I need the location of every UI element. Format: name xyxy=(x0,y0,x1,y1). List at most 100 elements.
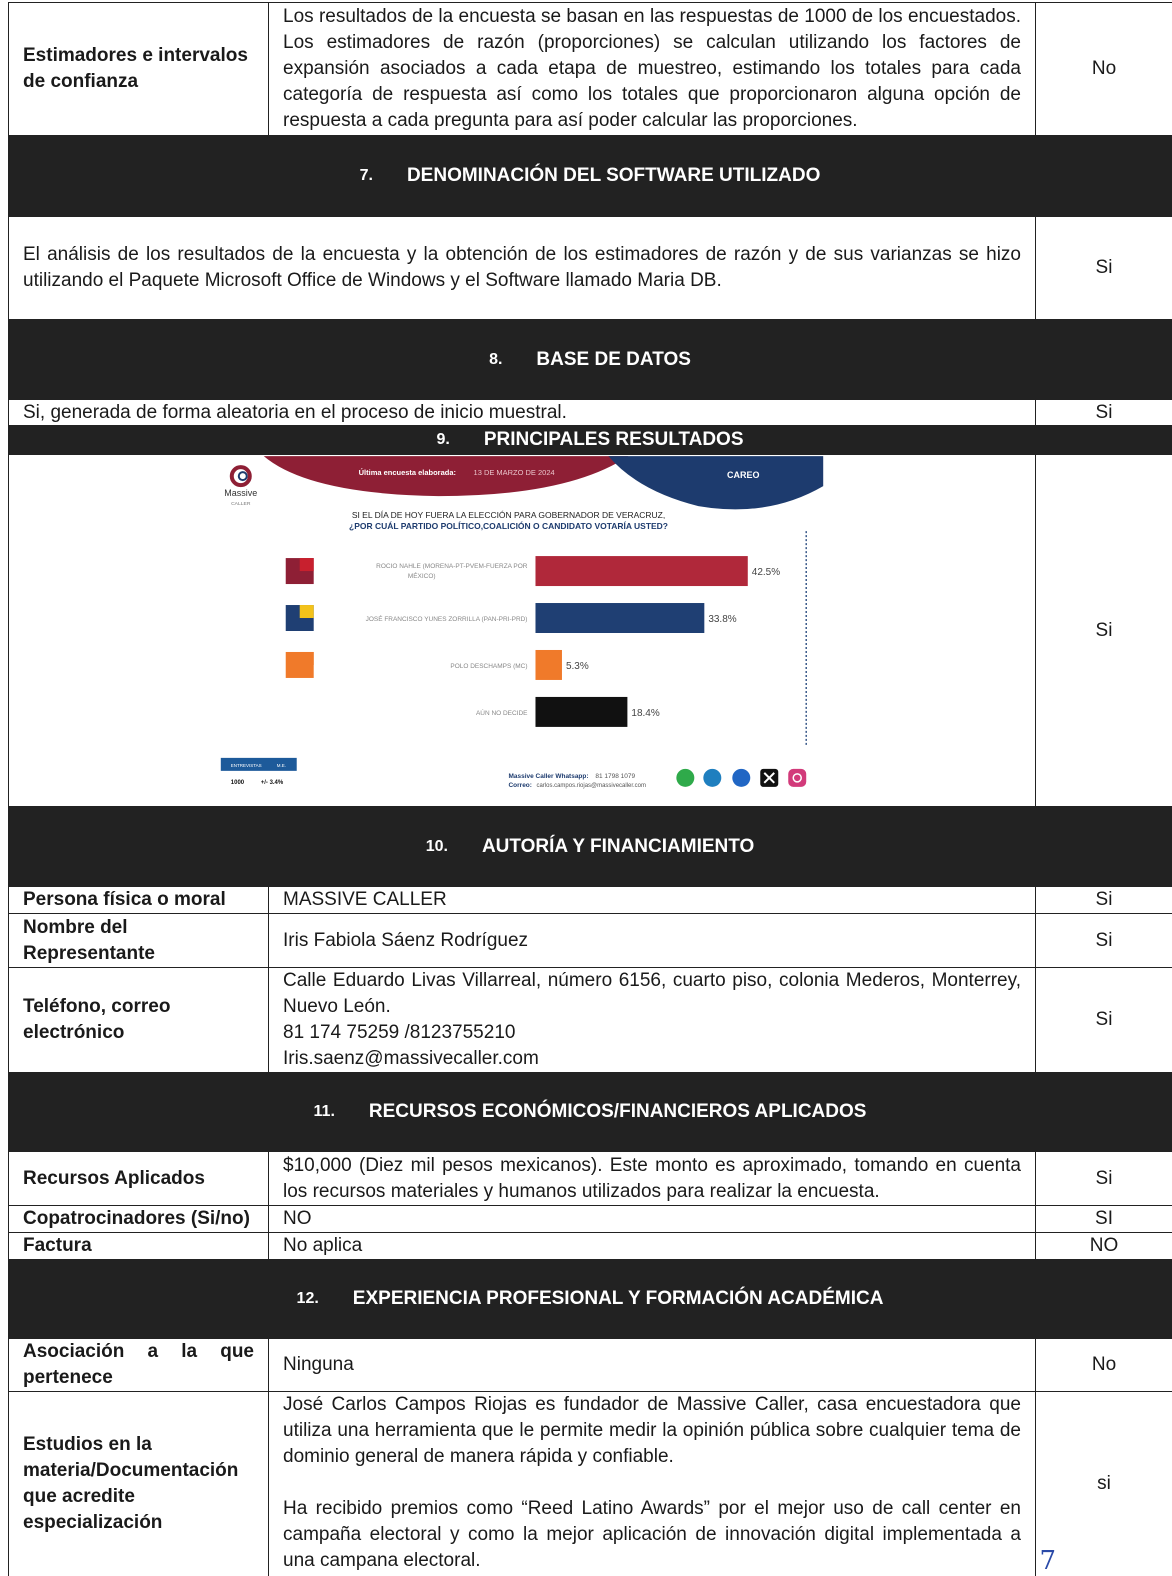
row-telefono: Teléfono, correo electrónico Calle Eduar… xyxy=(8,967,1172,1072)
row-text-block: José Carlos Campos Riojas es fundador de… xyxy=(268,1392,1035,1576)
section-header-12: 12. EXPERIENCIA PROFESIONAL Y FORMACIÓN … xyxy=(8,1259,1172,1338)
contact-label-2: Correo: xyxy=(509,781,532,788)
sample-table: ENTREVISTAS M.E. 1000 +/- 3.4% xyxy=(220,757,297,785)
section-header-11: 11. RECURSOS ECONÓMICOS/FINANCIEROS APLI… xyxy=(8,1072,1172,1151)
section-number: 12. xyxy=(296,1290,319,1307)
category-label: ROCIO NAHLE (MORENA-PT-PVEM-FUERZA POR MÉ… xyxy=(376,563,528,580)
party-logo-accent xyxy=(299,604,314,618)
row-text: Iris Fabiola Sáenz Rodríguez xyxy=(268,914,1035,967)
row-value: Si xyxy=(1035,400,1172,425)
row-value: Si xyxy=(1035,914,1172,967)
bar xyxy=(535,696,628,727)
contact-val-1: 81 1798 1079 xyxy=(595,772,635,779)
paragraph-1: José Carlos Campos Riojas es fundador de… xyxy=(283,1394,1021,1467)
row-value: Si xyxy=(1035,455,1172,806)
data-label: 18.4% xyxy=(631,707,659,718)
row-value: Si xyxy=(1035,887,1172,913)
category-label: JOSÉ FRANCISCO YUNES ZORRILLA (PAN-PRI-P… xyxy=(366,614,528,623)
address-text: Calle Eduardo Livas Villarreal, número 6… xyxy=(283,970,1021,1017)
section-header-10: 10. AUTORÍA Y FINANCIAMIENTO xyxy=(8,806,1172,886)
row-label: Asociación a la que pertenece xyxy=(8,1339,268,1391)
row-base-datos: Si, generada de forma aleatoria en el pr… xyxy=(8,399,1172,425)
massive-logo: Massive CALLER xyxy=(224,464,257,507)
brand-name: Massive xyxy=(224,488,257,498)
row-recursos: Recursos Aplicados $10,000 (Diez mil pes… xyxy=(8,1151,1172,1205)
section-number: 10. xyxy=(425,837,448,855)
row-label: Recursos Aplicados xyxy=(8,1152,268,1205)
row-value: No xyxy=(1035,3,1172,135)
chart-container: Massive CALLER Última encuesta elaborada… xyxy=(8,455,1035,806)
row-label: Estimadores e intervalos de confianza xyxy=(8,3,268,135)
row-persona: Persona física o moral MASSIVE CALLER Si xyxy=(8,886,1172,913)
handwritten-mark: 7 xyxy=(1039,1546,1056,1576)
section-title: RECURSOS ECONÓMICOS/FINANCIEROS APLICADO… xyxy=(368,1101,867,1122)
category-label: AÚN NO DECIDE xyxy=(476,707,528,716)
section-header-7: 7. DENOMINACIÓN DEL SOFTWARE UTILIZADO xyxy=(8,135,1172,216)
section-title: AUTORÍA Y FINANCIAMIENTO xyxy=(481,835,755,857)
row-value: Si xyxy=(1035,217,1172,319)
bars-group: ROCIO NAHLE (MORENA-PT-PVEM-FUERZA POR MÉ… xyxy=(285,555,780,727)
row-value: No xyxy=(1035,1339,1172,1391)
careo-label: CAREO xyxy=(727,470,759,480)
brand-sub: CALLER xyxy=(231,501,251,507)
row-value: NO xyxy=(1035,1233,1172,1259)
section-title: EXPERIENCIA PROFESIONAL Y FORMACIÓN ACAD… xyxy=(352,1288,884,1309)
email-text: Iris.saenz@massivecaller.com xyxy=(283,1048,539,1069)
row-text: No aplica xyxy=(268,1233,1035,1259)
question-line-2: ¿POR CUÁL PARTIDO POLÍTICO,COALICIÓN O C… xyxy=(349,520,668,531)
row-representante: Nombre del Representante Iris Fabiola Sá… xyxy=(8,913,1172,967)
data-label: 42.5% xyxy=(752,567,780,578)
row-value: SI xyxy=(1035,1206,1172,1232)
row-label: Nombre del Representante xyxy=(8,914,268,967)
section-header-8: 8. BASE DE DATOS xyxy=(8,319,1172,399)
contact-val-2: carlos.campos.riojas@massivecaller.com xyxy=(536,782,646,788)
whatsapp-icon xyxy=(676,768,695,787)
bar xyxy=(535,649,562,680)
row-label: Factura xyxy=(8,1233,268,1259)
section-number: 7. xyxy=(359,167,373,184)
row-results: Massive CALLER Última encuesta elaborada… xyxy=(8,454,1172,806)
row-estudios: Estudios en la materia/Documentación que… xyxy=(8,1391,1172,1576)
last-survey-date: 13 DE MARZO DE 2024 xyxy=(474,468,555,477)
table-head-1: ENTREVISTAS xyxy=(231,762,262,767)
section-title: DENOMINACIÓN DEL SOFTWARE UTILIZADO xyxy=(406,165,821,186)
table-val-1: 1000 xyxy=(231,779,245,785)
row-asociacion: Asociación a la que pertenece Ninguna No xyxy=(8,1338,1172,1391)
instagram-icon xyxy=(788,768,807,787)
row-label: Persona física o moral xyxy=(8,887,268,913)
row-label: Copatrocinadores (Si/no) xyxy=(8,1206,268,1232)
section-number: 11. xyxy=(313,1103,335,1120)
section-header-9: 9. PRINCIPALES RESULTADOS xyxy=(8,425,1172,454)
row-label: Teléfono, correo electrónico xyxy=(8,968,268,1072)
row-text: El análisis de los resultados de la encu… xyxy=(8,217,1035,319)
row-text: Los resultados de la encuesta se basan e… xyxy=(268,3,1035,135)
row-text: NO xyxy=(268,1206,1035,1232)
question-line-1: SI EL DÍA DE HOY FUERA LA ELECCIÓN PARA … xyxy=(352,510,665,520)
telegram-icon xyxy=(703,768,722,787)
row-software: El análisis de los resultados de la encu… xyxy=(8,216,1172,319)
bar xyxy=(535,555,748,586)
row-text: Ninguna xyxy=(268,1339,1035,1391)
row-text: Si, generada de forma aleatoria en el pr… xyxy=(8,400,1035,425)
category-label: POLO DESCHAMPS (MC) xyxy=(450,662,527,669)
party-logo-accent xyxy=(299,651,314,665)
row-text-block: Calle Eduardo Livas Villarreal, número 6… xyxy=(268,968,1035,1072)
phone-text: 81 174 75259 /8123755210 xyxy=(283,1022,516,1043)
section-number: 8. xyxy=(489,350,503,368)
table-head-2: M.E. xyxy=(277,762,286,767)
row-estimadores: Estimadores e intervalos de confianza Lo… xyxy=(8,2,1172,135)
facebook-icon xyxy=(732,768,751,787)
table-val-2: +/- 3.4% xyxy=(261,779,284,785)
section-title: PRINCIPALES RESULTADOS xyxy=(483,429,744,450)
last-survey-label: Última encuesta elaborada: xyxy=(359,468,456,477)
row-factura: Factura No aplica NO xyxy=(8,1232,1172,1259)
bar xyxy=(535,602,705,633)
results-chart: Massive CALLER Última encuesta elaborada… xyxy=(220,455,824,788)
row-value: Si xyxy=(1035,968,1172,1072)
row-value: Si xyxy=(1035,1152,1172,1205)
contact-label-1: Massive Caller Whatsapp: xyxy=(509,772,589,779)
party-logo-accent xyxy=(299,557,314,571)
section-number: 9. xyxy=(436,431,450,448)
row-label: Estudios en la materia/Documentación que… xyxy=(8,1392,268,1576)
data-label: 5.3% xyxy=(566,660,589,671)
